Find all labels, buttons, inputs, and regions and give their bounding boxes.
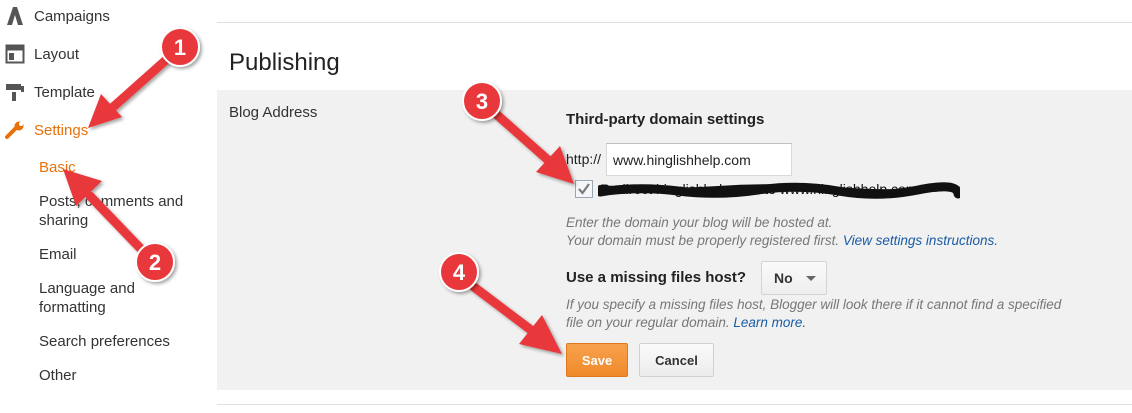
domain-input[interactable] xyxy=(606,143,792,176)
redaction-scribble xyxy=(598,182,960,199)
page-title: Publishing xyxy=(229,49,340,76)
missing-files-host-label: Use a missing files host? xyxy=(566,269,747,286)
domain-help-line1: Enter the domain your blog will be hoste… xyxy=(566,215,833,230)
sidebar: Campaigns Layout Template Settings Basic… xyxy=(0,0,214,413)
select-value: No xyxy=(774,270,793,286)
missing-help-line2: file on your regular domain. xyxy=(566,315,730,330)
sidebar-item-template[interactable]: Template xyxy=(4,79,95,105)
cancel-button[interactable]: Cancel xyxy=(639,343,714,377)
sidebar-subitem-posts-comments-sharing[interactable]: Posts, comments and sharing xyxy=(39,192,199,230)
missing-help-line1: If you specify a missing files host, Blo… xyxy=(566,297,1062,312)
missing-files-host-select[interactable]: No xyxy=(761,261,827,295)
wrench-icon xyxy=(4,119,26,141)
save-button[interactable]: Save xyxy=(566,343,628,377)
sidebar-item-label: Settings xyxy=(34,121,89,139)
sidebar-subitem-email[interactable]: Email xyxy=(39,245,77,264)
sidebar-subitem-other[interactable]: Other xyxy=(39,366,77,385)
divider xyxy=(217,404,1132,405)
domain-help-line2: Your domain must be properly registered … xyxy=(566,233,840,248)
blog-address-label: Blog Address xyxy=(229,104,318,121)
sidebar-item-label: Template xyxy=(34,83,95,101)
view-settings-instructions-link[interactable]: View settings instructions. xyxy=(843,233,998,248)
http-prefix: http:// xyxy=(566,151,602,167)
sidebar-item-campaigns[interactable]: Campaigns xyxy=(4,3,110,29)
redirect-checkbox[interactable] xyxy=(575,180,593,198)
chevron-down-icon xyxy=(806,276,816,281)
sidebar-subitem-language-formatting[interactable]: Language and formatting xyxy=(39,279,159,317)
layout-icon xyxy=(4,43,26,65)
check-icon xyxy=(578,183,590,195)
campaigns-icon xyxy=(4,5,26,27)
learn-more-link[interactable]: Learn more. xyxy=(733,315,806,330)
sidebar-item-label: Layout xyxy=(34,45,80,63)
divider xyxy=(217,22,1132,23)
sidebar-item-settings[interactable]: Settings xyxy=(4,117,88,143)
sidebar-subitem-basic[interactable]: Basic xyxy=(39,158,76,177)
sidebar-subitem-search-preferences[interactable]: Search preferences xyxy=(39,332,170,351)
missing-host-help: If you specify a missing files host, Blo… xyxy=(566,296,1061,332)
section-title: Third-party domain settings xyxy=(566,111,765,128)
sidebar-item-layout[interactable]: Layout xyxy=(4,41,79,67)
template-icon xyxy=(4,81,26,103)
domain-help: Enter the domain your blog will be hoste… xyxy=(566,214,998,250)
sidebar-item-label: Campaigns xyxy=(34,7,110,25)
